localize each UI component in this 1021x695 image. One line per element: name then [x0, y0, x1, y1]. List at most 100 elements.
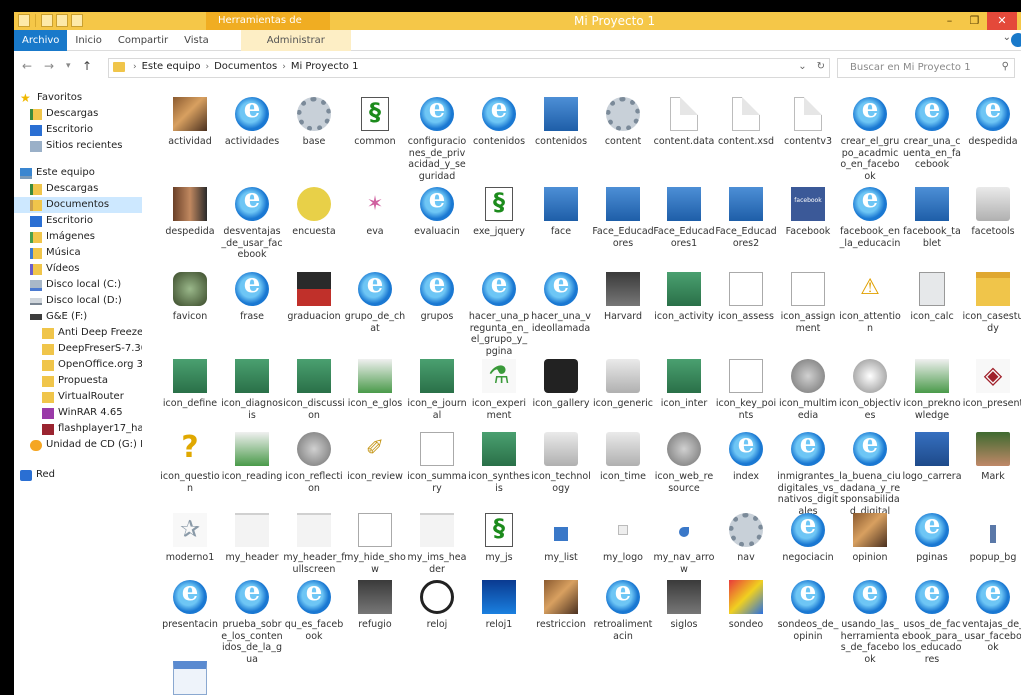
sidebar-item-openoffice-org-3[interactable]: OpenOffice.org 3.: [14, 357, 142, 373]
activity-icon: [667, 272, 701, 306]
sidebar-item-unidad-de-cd-g-n[interactable]: Unidad de CD (G:) N: [14, 437, 142, 453]
tab-archivo[interactable]: Archivo: [14, 30, 68, 51]
arrow-icon: [679, 527, 689, 537]
file-name: icon_activity: [654, 311, 714, 322]
chevron-down-icon[interactable]: ⌄: [798, 61, 806, 72]
sidebar-item-im-genes[interactable]: Imágenes: [14, 229, 142, 245]
journal-icon: [420, 359, 454, 393]
title-bar[interactable]: Herramientas de imagen Mi Proyecto 1 – ❐…: [14, 12, 1021, 44]
file-name: icon_assess: [718, 311, 774, 322]
restriction-image-icon: [544, 580, 578, 614]
sidebar-item-favoritos[interactable]: ★ Favoritos: [14, 90, 142, 106]
tab-inicio[interactable]: Inicio: [67, 30, 109, 51]
ie-html-icon: [853, 429, 887, 466]
breadcrumb-este-equipo[interactable]: Este equipo: [142, 61, 201, 72]
list-bullet-icon: [554, 527, 568, 541]
customize-toolbar-icon[interactable]: [71, 14, 83, 27]
ie-html-icon: [235, 184, 269, 221]
file-name: evaluacin: [414, 226, 460, 237]
sidebar-item-label: Descargas: [46, 183, 99, 194]
file-name: my_header_fullscreen: [283, 552, 345, 575]
sidebar-item-propuesta[interactable]: Propuesta: [14, 373, 142, 389]
contextual-tab-header: Herramientas de imagen: [206, 12, 330, 44]
file-name: Harvard: [603, 311, 643, 322]
file-name: my_list: [544, 552, 578, 563]
script-file-icon: [485, 513, 513, 547]
chevron-right-icon: ›: [133, 61, 137, 72]
sidebar-item-sitios-recientes[interactable]: Sitios recientes: [14, 138, 142, 154]
sidebar-item-flashplayer17-ha-i[interactable]: flashplayer17_ha_i: [14, 421, 142, 437]
close-button[interactable]: ✕: [987, 12, 1017, 30]
minimize-button[interactable]: –: [937, 12, 962, 30]
file-name: icon_casestudy: [962, 311, 1021, 334]
star-icon: ★: [20, 90, 31, 105]
file-name: my_ims_header: [407, 552, 467, 575]
sidebar-item-g-e-f[interactable]: G&E (F:): [14, 309, 142, 325]
tab-administrar[interactable]: Administrar: [240, 30, 351, 51]
file-name: encuesta: [292, 226, 336, 237]
file-name: icon_reflection: [285, 471, 343, 494]
sidebar-item-m-sica[interactable]: Música: [14, 245, 142, 261]
back-arrow-icon[interactable]: ←: [22, 59, 32, 73]
new-folder-icon[interactable]: [56, 14, 68, 27]
file-name: icon_reading: [221, 471, 283, 482]
sidebar-item-disco-local-d[interactable]: Disco local (D:): [14, 293, 142, 309]
address-bar[interactable]: › Este equipo › Documentos › Mi Proyecto…: [108, 58, 830, 78]
breadcrumb-mi-proyecto[interactable]: Mi Proyecto 1: [291, 61, 359, 72]
sidebar-item-deepfresers-7-30[interactable]: DeepFreserS-7.30: [14, 341, 142, 357]
header-image-icon: [420, 513, 454, 547]
tab-vista[interactable]: Vista: [176, 30, 217, 51]
file-name: crear_una_cuenta_en_facebook: [903, 136, 961, 170]
time-icon: [606, 432, 640, 466]
up-arrow-icon[interactable]: ↑: [82, 59, 92, 73]
folder-icon[interactable]: [18, 14, 30, 27]
file-name: favicon: [172, 311, 208, 322]
maximize-button[interactable]: ❐: [962, 12, 987, 30]
sidebar-item-este-equipo[interactable]: Este equipo: [14, 165, 142, 181]
sidebar-item-winrar-4-65[interactable]: WinRAR 4.65: [14, 405, 142, 421]
sidebar-item-escritorio[interactable]: Escritorio: [14, 213, 142, 229]
folder-icon: [42, 391, 54, 403]
refresh-icon[interactable]: ↻: [817, 61, 825, 72]
file-name: icon_inter: [660, 398, 708, 409]
chart-image-icon: [729, 580, 763, 614]
expand-ribbon-icon[interactable]: ⌄: [1003, 32, 1011, 43]
image-thumbnail-icon: [729, 187, 763, 221]
file-name: qu_es_facebook: [284, 619, 344, 642]
sidebar-item-virtualrouter[interactable]: VirtualRouter: [14, 389, 142, 405]
harvard-image-icon: [606, 272, 640, 306]
glossary-icon: [358, 359, 392, 393]
gift-icon: [976, 359, 1010, 393]
magnifier-icon: [853, 359, 887, 393]
downloads-icon: [30, 183, 42, 195]
file-name: eva: [366, 226, 384, 237]
file-name: my_nav_arrow: [653, 552, 715, 575]
sidebar-item-documentos[interactable]: Documentos: [14, 197, 142, 213]
image-thumbnail-icon: [667, 187, 701, 221]
sidebar-item-descargas[interactable]: Descargas: [14, 106, 142, 122]
sidebar-item-anti-deep-freeze-s[interactable]: Anti Deep Freeze S: [14, 325, 142, 341]
sidebar-item-label: OpenOffice.org 3.: [58, 359, 142, 370]
sidebar-item-red[interactable]: Red: [14, 467, 142, 483]
file-name: Face_Educadores2: [715, 226, 777, 249]
ie-html-icon: [853, 577, 887, 614]
breadcrumb-documentos[interactable]: Documentos: [214, 61, 277, 72]
recent-locations-icon[interactable]: ▾: [66, 61, 71, 71]
tab-compartir[interactable]: Compartir: [110, 30, 176, 51]
sidebar-item-descargas[interactable]: Descargas: [14, 181, 142, 197]
sidebar-item-disco-local-c[interactable]: Disco local (C:): [14, 277, 142, 293]
sidebar-item-escritorio[interactable]: Escritorio: [14, 122, 142, 138]
pictures-icon: [30, 231, 42, 243]
sidebar-item-label: WinRAR 4.65: [58, 407, 123, 418]
file-name: despedida: [165, 226, 215, 237]
sidebar-item-v-deos[interactable]: Vídeos: [14, 261, 142, 277]
computer-icon: [20, 167, 32, 179]
people-image-icon: [173, 513, 207, 547]
help-icon[interactable]: [1011, 33, 1021, 47]
properties-icon[interactable]: [41, 14, 53, 27]
file-name: reloj: [426, 619, 448, 630]
search-icon[interactable]: ⚲: [1002, 61, 1009, 72]
forward-arrow-icon[interactable]: →: [44, 59, 54, 73]
ie-html-icon: [173, 577, 207, 614]
search-input[interactable]: Buscar en Mi Proyecto 1 ⚲: [837, 58, 1015, 78]
